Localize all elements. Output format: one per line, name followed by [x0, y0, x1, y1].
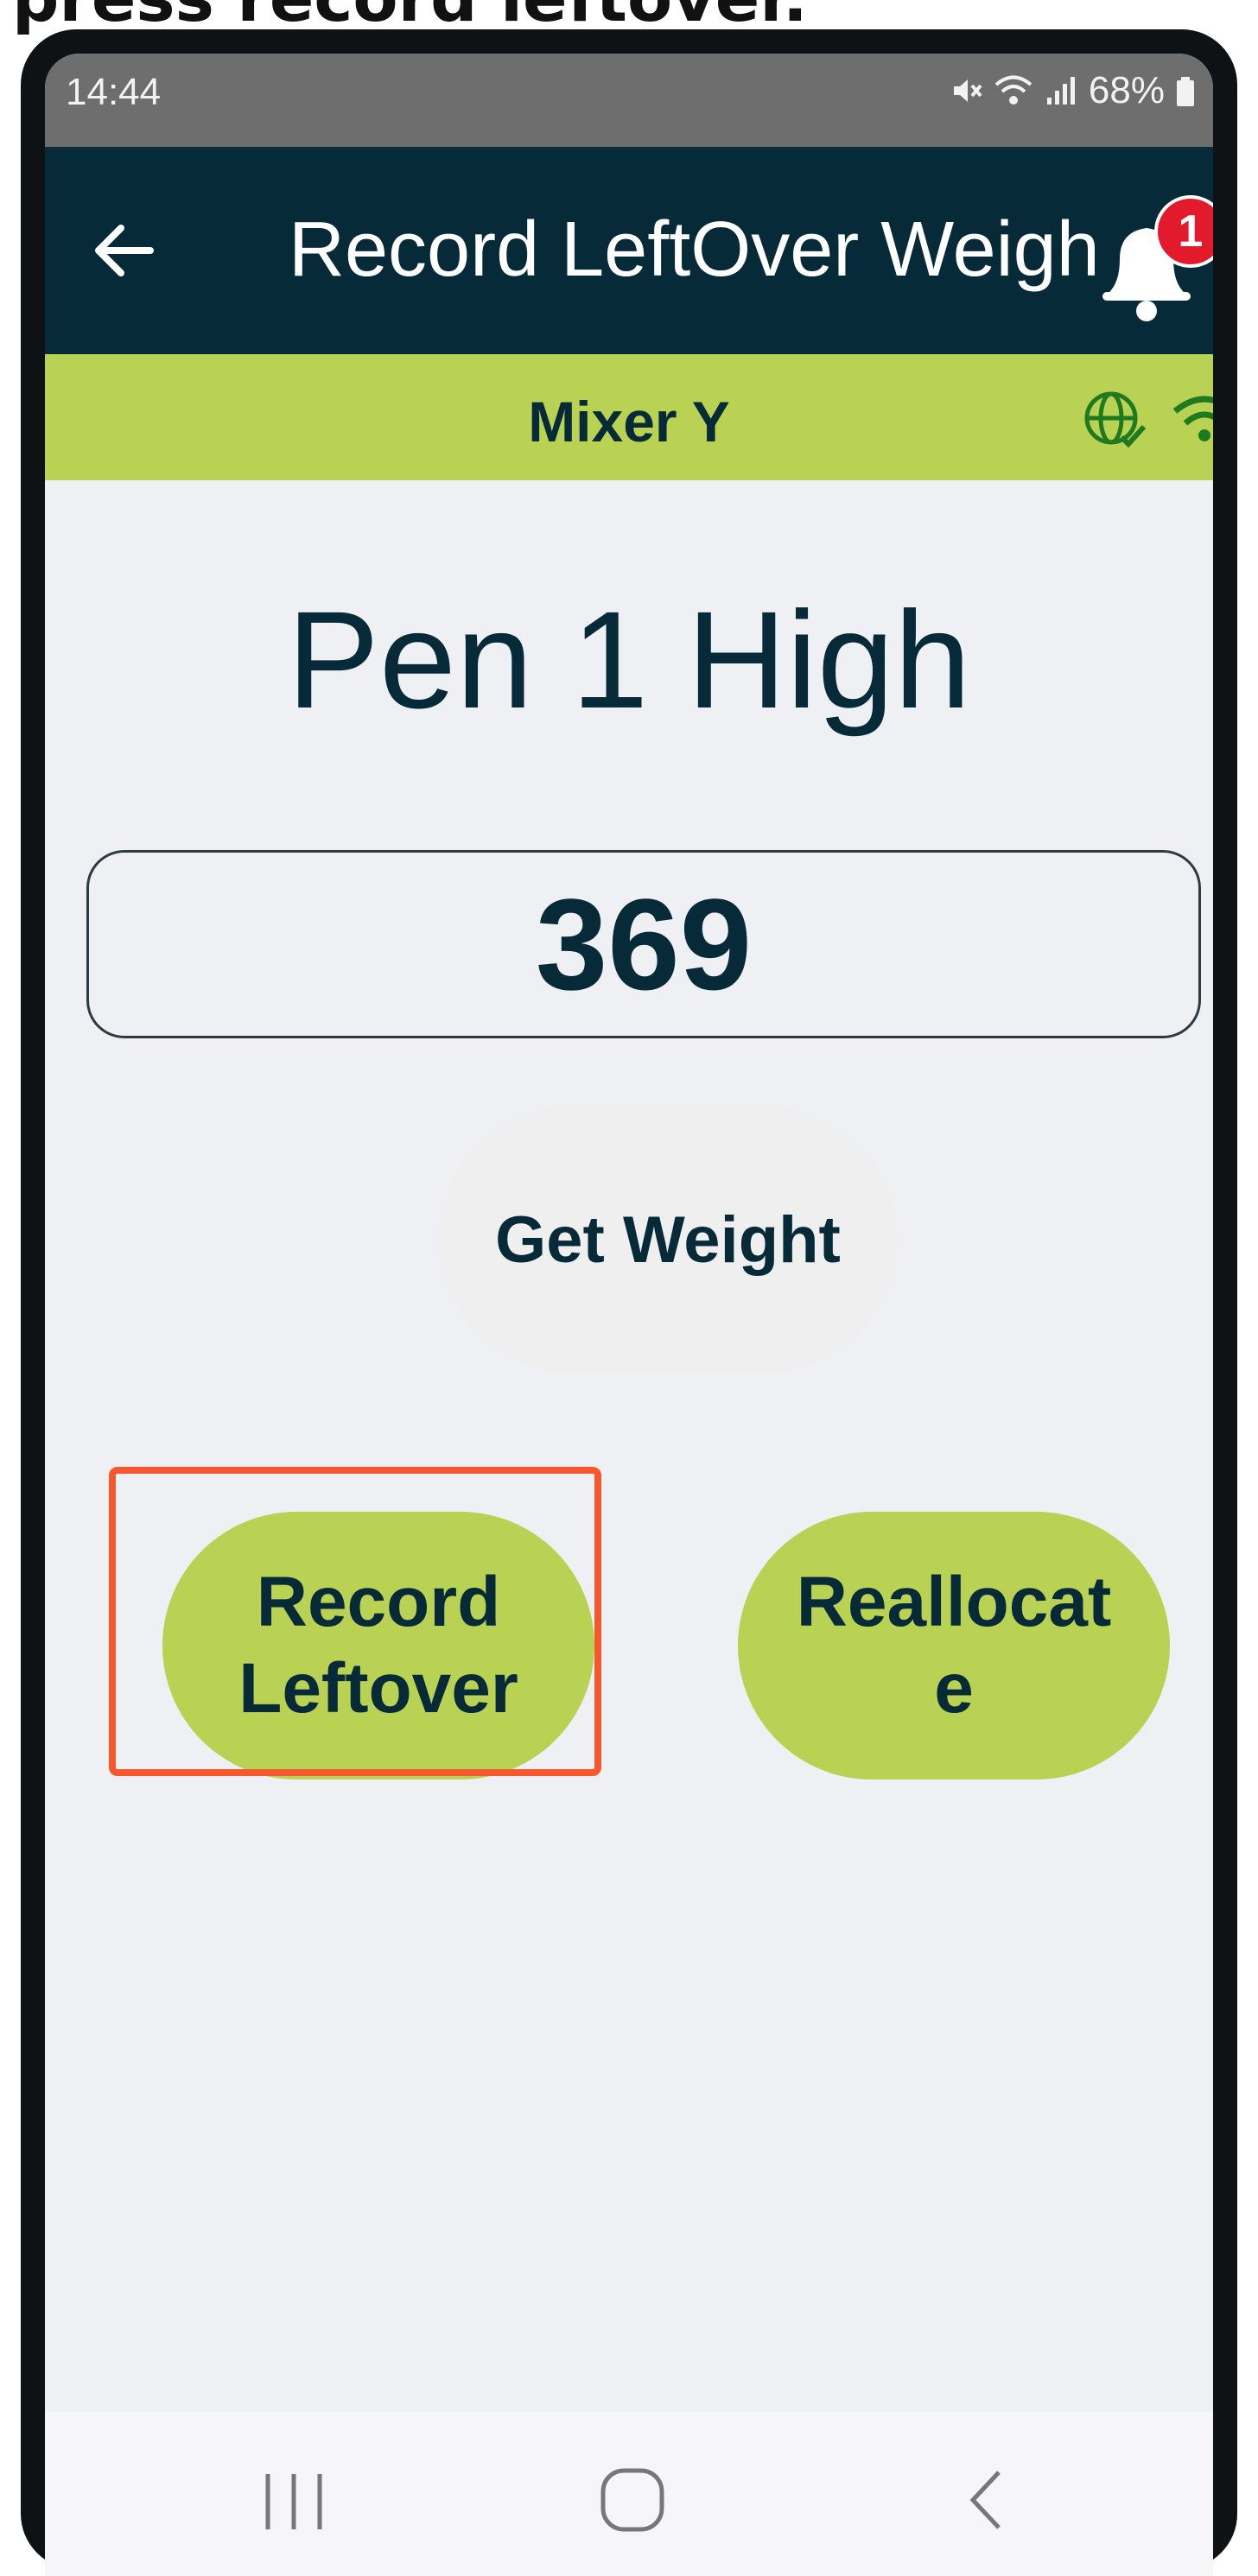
- system-back-icon[interactable]: [961, 2465, 1013, 2535]
- reallocate-label-line2: e: [934, 1649, 974, 1728]
- reallocate-label-line1: Reallocat: [796, 1563, 1112, 1641]
- pen-title: Pen 1 High: [287, 582, 971, 737]
- recents-icon[interactable]: [261, 2471, 327, 2533]
- app-screen: 14:44 68% Record LeftOver Weigh 1 Mixer …: [45, 54, 1213, 2576]
- reallocate-button[interactable]: Reallocat e: [738, 1512, 1170, 1780]
- phone-frame: 14:44 68% Record LeftOver Weigh 1 Mixer …: [21, 29, 1237, 2576]
- mixer-bar: Mixer Y: [45, 354, 1213, 480]
- weight-display: 369: [86, 850, 1201, 1038]
- system-nav-bar: [45, 2412, 1213, 2576]
- wifi-status-icon: [994, 75, 1032, 105]
- highlight-box: [109, 1467, 601, 1776]
- home-icon[interactable]: [598, 2465, 667, 2535]
- battery-percent: 68%: [1088, 69, 1165, 111]
- status-icons: 68%: [949, 69, 1196, 112]
- signal-icon: [1046, 77, 1075, 105]
- page-title: Record LeftOver Weigh: [289, 206, 1100, 293]
- battery-icon: [1177, 77, 1194, 106]
- get-weight-button[interactable]: Get Weight: [438, 1106, 898, 1374]
- mute-icon: [953, 79, 982, 102]
- status-time: 14:44: [66, 71, 162, 113]
- back-arrow-icon[interactable]: [88, 214, 161, 287]
- globe-check-icon: [1084, 391, 1147, 448]
- wifi-check-icon: [1172, 396, 1213, 441]
- app-bar: Record LeftOver Weigh 1: [45, 147, 1213, 354]
- status-bar: 14:44 68%: [45, 54, 1213, 147]
- mixer-label: Mixer Y: [528, 390, 730, 454]
